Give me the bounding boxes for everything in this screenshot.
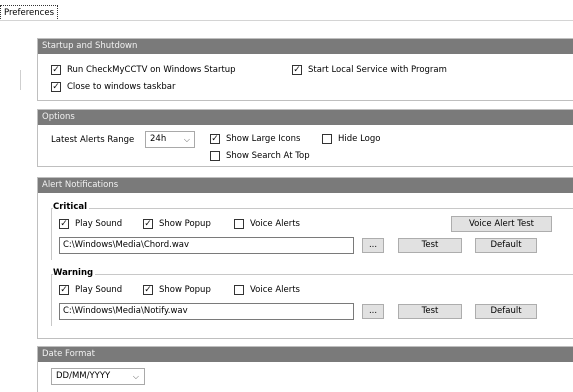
show-large-icons-label: Show Large Icons bbox=[226, 134, 301, 144]
warning-sound-path-field[interactable]: C:\Windows\Media\Notify.wav bbox=[59, 303, 354, 320]
close-to-taskbar-checkbox[interactable]: ✓ Close to windows taskbar bbox=[51, 82, 175, 92]
chevron-down-icon: ⌵ bbox=[183, 135, 190, 144]
checkbox-box: ✓ bbox=[51, 64, 61, 75]
warning-play-sound-checkbox[interactable]: ✓ Play Sound bbox=[59, 285, 122, 295]
options-header: Options bbox=[38, 110, 573, 125]
date-format-header: Date Format bbox=[38, 347, 573, 362]
warning-test-button[interactable]: Test bbox=[398, 304, 462, 319]
run-on-startup-label: Run CheckMyCCTV on Windows Startup bbox=[67, 65, 236, 75]
alerts-range-label: Latest Alerts Range bbox=[51, 135, 135, 145]
checkbox-box bbox=[210, 151, 220, 161]
critical-voice-alerts-checkbox[interactable]: Voice Alerts bbox=[234, 219, 300, 229]
checkbox-box bbox=[234, 285, 244, 295]
close-to-taskbar-label: Close to windows taskbar bbox=[67, 82, 176, 92]
warning-browse-button[interactable]: ... bbox=[362, 304, 384, 319]
warning-show-popup-label: Show Popup bbox=[159, 285, 211, 295]
critical-default-button[interactable]: Default bbox=[475, 238, 537, 253]
hide-logo-checkbox[interactable]: Hide Logo bbox=[322, 134, 380, 144]
alerts-header: Alert Notifications bbox=[38, 178, 573, 193]
alerts-range-select[interactable]: 24h ⌵ bbox=[145, 131, 195, 148]
date-format-select[interactable]: DD/MM/YYYY ⌵ bbox=[51, 368, 145, 385]
run-on-startup-checkbox[interactable]: ✓ Run CheckMyCCTV on Windows Startup bbox=[51, 65, 236, 75]
critical-sound-path-field[interactable]: C:\Windows\Media\Chord.wav bbox=[59, 237, 354, 254]
date-format-value: DD/MM/YYYY bbox=[56, 371, 111, 381]
critical-group-label: Critical bbox=[53, 202, 90, 212]
critical-voice-alerts-label: Voice Alerts bbox=[250, 219, 300, 229]
alerts-range-value: 24h bbox=[150, 134, 167, 144]
startup-header: Startup and Shutdown bbox=[38, 39, 573, 54]
warning-group-label: Warning bbox=[53, 268, 96, 278]
checkbox-box: ✓ bbox=[59, 284, 69, 295]
checkbox-box bbox=[322, 134, 332, 144]
start-local-service-checkbox[interactable]: ✓ Start Local Service with Program bbox=[292, 65, 447, 75]
checkbox-box bbox=[234, 219, 244, 229]
tab-preferences[interactable]: Preferences bbox=[0, 5, 58, 21]
show-large-icons-checkbox[interactable]: ✓ Show Large Icons bbox=[210, 134, 300, 144]
critical-show-popup-label: Show Popup bbox=[159, 219, 211, 229]
checkbox-box: ✓ bbox=[292, 64, 302, 75]
date-format-section: Date Format DD/MM/YYYY ⌵ bbox=[37, 346, 573, 392]
voice-alert-test-button[interactable]: Voice Alert Test bbox=[451, 216, 552, 232]
chevron-down-icon: ⌵ bbox=[132, 372, 139, 381]
tab-underline bbox=[0, 20, 573, 21]
warning-voice-alerts-checkbox[interactable]: Voice Alerts bbox=[234, 285, 300, 295]
critical-play-sound-checkbox[interactable]: ✓ Play Sound bbox=[59, 219, 122, 229]
warning-play-sound-label: Play Sound bbox=[75, 285, 123, 295]
critical-show-popup-checkbox[interactable]: ✓ Show Popup bbox=[143, 219, 211, 229]
checkbox-box: ✓ bbox=[143, 218, 153, 229]
critical-test-button[interactable]: Test bbox=[398, 238, 462, 253]
show-search-at-top-label: Show Search At Top bbox=[226, 151, 310, 161]
warning-show-popup-checkbox[interactable]: ✓ Show Popup bbox=[143, 285, 211, 295]
start-local-service-label: Start Local Service with Program bbox=[308, 65, 447, 75]
warning-default-button[interactable]: Default bbox=[475, 304, 537, 319]
critical-play-sound-label: Play Sound bbox=[75, 219, 123, 229]
hide-logo-label: Hide Logo bbox=[338, 134, 381, 144]
splitter-mark bbox=[20, 70, 21, 90]
checkbox-box: ✓ bbox=[59, 218, 69, 229]
startup-section: Startup and Shutdown ✓ Run CheckMyCCTV o… bbox=[37, 38, 573, 101]
warning-voice-alerts-label: Voice Alerts bbox=[250, 285, 300, 295]
checkbox-box: ✓ bbox=[143, 284, 153, 295]
show-search-at-top-checkbox[interactable]: Show Search At Top bbox=[210, 151, 310, 161]
alert-notifications-section: Alert Notifications Critical ✓ Play Soun… bbox=[37, 177, 573, 339]
checkbox-box: ✓ bbox=[210, 133, 220, 144]
options-section: Options Latest Alerts Range 24h ⌵ ✓ Show… bbox=[37, 109, 573, 167]
checkbox-box: ✓ bbox=[51, 81, 61, 92]
critical-browse-button[interactable]: ... bbox=[362, 238, 384, 253]
